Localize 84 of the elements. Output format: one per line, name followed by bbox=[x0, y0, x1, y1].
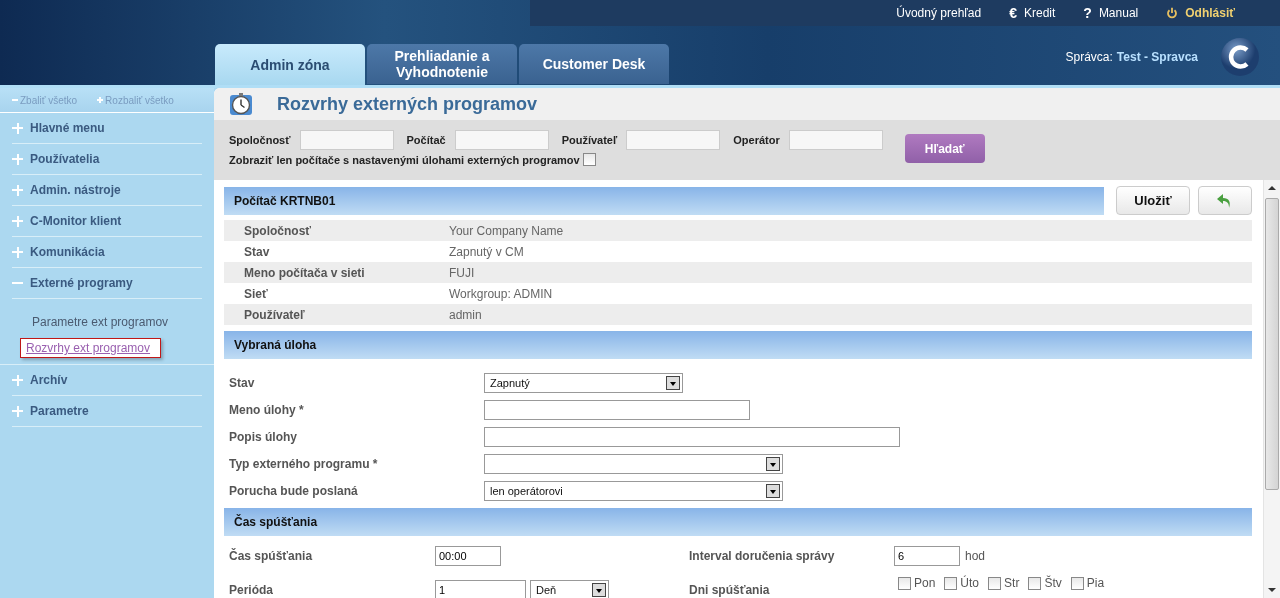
scrollbar[interactable] bbox=[1263, 180, 1280, 598]
search-button[interactable]: Hľadať bbox=[904, 134, 985, 163]
caret-icon bbox=[766, 483, 780, 498]
sidebar-item[interactable]: Používatelia bbox=[30, 152, 100, 166]
info-value: Zapnutý v CM bbox=[449, 244, 524, 259]
filter-label: Používateľ bbox=[561, 134, 618, 146]
day-label: Štv bbox=[1044, 576, 1062, 590]
checkbox[interactable] bbox=[582, 153, 596, 166]
info-label: Meno počítača v sieti bbox=[243, 265, 366, 280]
sidebar-item[interactable]: Admin. nástroje bbox=[30, 183, 121, 197]
dropdown[interactable]: Zapnutý bbox=[484, 372, 683, 393]
form-label: Perióda bbox=[229, 583, 274, 597]
info-value: FUJI bbox=[449, 265, 475, 280]
dropdown[interactable] bbox=[484, 453, 783, 474]
filter-field[interactable] bbox=[788, 130, 883, 150]
info-label: Sieť bbox=[243, 286, 269, 301]
filter-label: Počítač bbox=[406, 134, 446, 146]
sidebar-item[interactable]: Externé programy bbox=[30, 276, 133, 290]
info-value: Workgroup: ADMIN bbox=[449, 286, 553, 301]
back-button[interactable] bbox=[1198, 186, 1252, 215]
time-field[interactable]: 00:00 bbox=[435, 546, 501, 566]
dropdown[interactable]: len operátorovi bbox=[484, 480, 783, 501]
power-icon bbox=[1166, 7, 1179, 19]
top-link[interactable]: Odhlásiť bbox=[1166, 6, 1235, 20]
nav-tab[interactable]: Prehliadanie a Vyhodnotenie bbox=[367, 44, 517, 84]
checkbox[interactable] bbox=[898, 576, 911, 590]
form-label: Meno úlohy * bbox=[229, 402, 305, 417]
info-label: Stav bbox=[243, 244, 271, 259]
form-label: Porucha bude poslaná bbox=[229, 483, 359, 498]
user-link[interactable]: Test - Spravca bbox=[1116, 49, 1198, 64]
info-label: Spoločnosť bbox=[243, 223, 313, 238]
save-button[interactable]: Uložiť bbox=[1116, 186, 1190, 215]
dropdown[interactable]: Deň bbox=[530, 580, 609, 598]
page-title: Rozvrhy externých programov bbox=[277, 93, 538, 115]
input-field[interactable] bbox=[484, 426, 900, 447]
filter-field[interactable] bbox=[299, 130, 394, 150]
plus-icon bbox=[97, 97, 104, 103]
input-field[interactable]: 6 bbox=[894, 546, 960, 566]
top-link[interactable]: € Kredit bbox=[1009, 5, 1056, 21]
checkbox[interactable] bbox=[988, 576, 1002, 590]
day-label: Pon bbox=[914, 576, 936, 590]
unit-label: hod bbox=[965, 549, 986, 563]
caret-icon bbox=[592, 583, 606, 597]
nav-tab[interactable]: Customer Desk bbox=[519, 44, 669, 84]
caret-icon bbox=[666, 375, 680, 390]
form-label: Typ externého programu * bbox=[229, 456, 379, 471]
caret-icon bbox=[766, 456, 780, 471]
sidebar-subitem[interactable]: Rozvrhy ext programov bbox=[20, 338, 162, 358]
nav-tab[interactable]: Admin zóna bbox=[215, 44, 365, 85]
sidebar-item[interactable]: Komunikácia bbox=[30, 245, 105, 259]
filter-field[interactable] bbox=[454, 130, 549, 150]
day-label: Pia bbox=[1086, 576, 1105, 590]
info-value: Your Company Name bbox=[449, 223, 564, 238]
filter-label: Spoločnosť bbox=[229, 134, 291, 146]
sidebar-item[interactable]: C-Monitor klient bbox=[30, 214, 122, 228]
checkbox[interactable] bbox=[1070, 576, 1084, 590]
info-label: Používateľ bbox=[243, 307, 306, 322]
sidebar-subitem[interactable]: Parametre ext programov bbox=[20, 311, 181, 333]
sidebar-item[interactable]: Archív bbox=[30, 373, 68, 387]
user-label: Správca: bbox=[1065, 49, 1113, 64]
form-label: Popis úlohy bbox=[229, 429, 298, 444]
form-label: Dni spúšťania bbox=[689, 583, 771, 597]
input-field[interactable] bbox=[484, 399, 750, 420]
top-link[interactable]: Úvodný prehľad bbox=[896, 6, 982, 20]
filter-label: Operátor bbox=[733, 134, 780, 146]
section-header: Počítač KRTNB01 bbox=[224, 186, 1104, 215]
sidebar-item[interactable]: Hlavné menu bbox=[30, 121, 105, 135]
day-label: Úto bbox=[960, 576, 980, 590]
checkbox[interactable] bbox=[944, 576, 958, 590]
form-label: Čas spúšťania bbox=[229, 549, 314, 563]
sidebar-item[interactable]: Parametre bbox=[30, 404, 89, 418]
section-header: Čas spúšťania bbox=[224, 508, 1252, 536]
info-value: admin bbox=[449, 307, 482, 322]
clock-icon bbox=[229, 92, 253, 116]
filter-checkbox-label: Zobraziť len počítače s nastavenými úlohami externých programov bbox=[229, 153, 580, 166]
day-label: Str bbox=[1004, 576, 1020, 590]
input-field[interactable]: 1 bbox=[435, 580, 526, 598]
form-label: Stav bbox=[229, 375, 256, 390]
filter-field[interactable] bbox=[626, 130, 721, 150]
top-link[interactable]: ? Manual bbox=[1083, 5, 1139, 21]
logo-icon bbox=[1220, 36, 1260, 77]
form-label: Interval doručenia správy bbox=[689, 549, 836, 563]
section-header: Vybraná úloha bbox=[224, 331, 1252, 359]
checkbox[interactable] bbox=[1028, 576, 1042, 590]
